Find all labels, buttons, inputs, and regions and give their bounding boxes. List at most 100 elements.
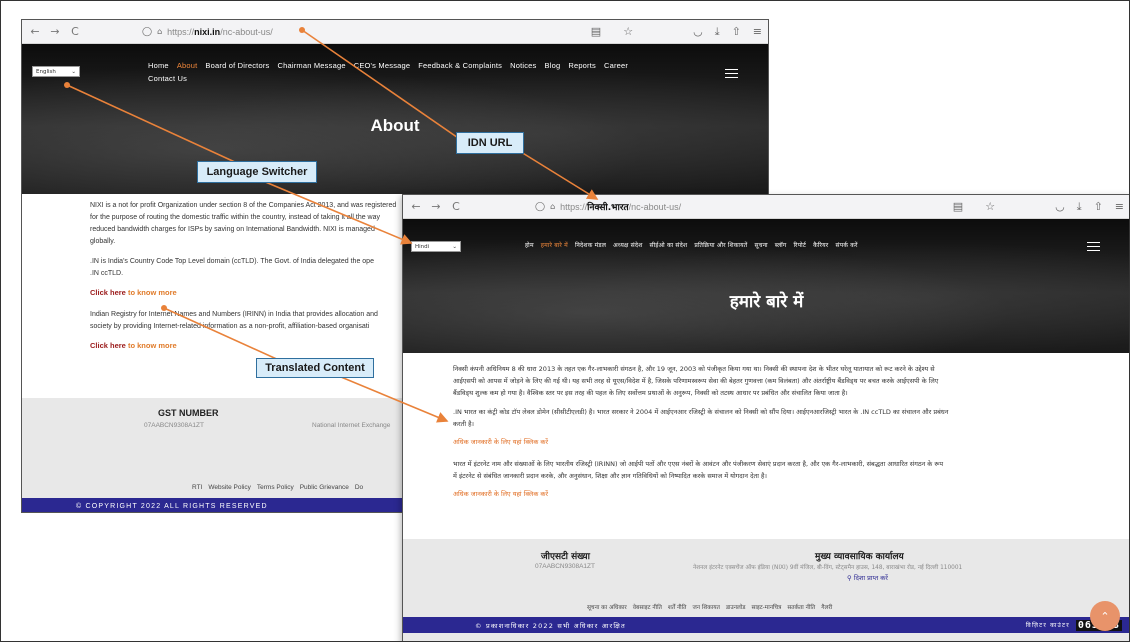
english-nav: Home About Board of Directors Chairman M… (148, 59, 668, 85)
url-text: https://nixi.in/nc-about-us/ (167, 26, 273, 37)
shield-icon: ◯ (535, 201, 546, 212)
nav-contact[interactable]: Contact Us (148, 72, 187, 85)
footer-link-sitemap[interactable]: साइट-मानचित्र (751, 603, 781, 611)
bookmark-star-icon[interactable]: ☆ (623, 25, 633, 39)
footer-link-grievance[interactable]: Public Grievance (300, 484, 349, 491)
scroll-to-top-button[interactable]: ⌃ (1090, 601, 1120, 631)
chevron-up-icon: ⌃ (1100, 609, 1110, 623)
extensions-icon[interactable]: ⇧ (1094, 200, 1103, 214)
nav-about[interactable]: हमारे बारे में (541, 241, 568, 249)
lock-icon: ⌂ (550, 202, 556, 211)
office-address: नेशनल इंटरनेट एक्सचेंज ऑफ इंडिया (NIXI) … (693, 565, 963, 571)
footer-link-terms[interactable]: शर्तें नीति (668, 603, 687, 611)
footer-link-download[interactable]: Do (355, 484, 363, 491)
intro-paragraph: निक्सी कंपनी अधिनियम 8 की धारा 2013 के त… (453, 365, 939, 397)
nav-about[interactable]: About (177, 59, 198, 72)
reload-icon[interactable]: C (449, 200, 463, 213)
chevron-down-icon: ⌄ (452, 243, 457, 250)
know-more-link-1[interactable]: अधिक जानकारी के लिए यहां क्लिक करें (453, 437, 1114, 446)
url-bar-hindi[interactable]: ◯ ⌂ https://निक्सी.भारत/nc-about-us/ (535, 200, 682, 214)
irinn-paragraph: भारत में इंटरनेट नाम और संख्याओं के लिए … (453, 460, 944, 480)
footer-link-rti[interactable]: सूचना का अधिकार (587, 603, 627, 611)
forward-icon[interactable]: → (429, 200, 443, 213)
know-more-link-2[interactable]: अधिक जानकारी के लिए यहां क्लिक करें (453, 489, 1114, 498)
chevron-down-icon: ⌄ (71, 68, 76, 75)
back-icon[interactable]: ← (409, 200, 423, 213)
hamburger-menu-icon[interactable] (725, 66, 738, 81)
download-icon[interactable]: ⤓ (1077, 200, 1082, 214)
pocket-icon[interactable]: ◡ (693, 25, 703, 39)
hindi-copyright-bar: © प्रकाशनाधिकार 2022 सभी अधिकार आरक्षित … (403, 617, 1129, 633)
reload-icon[interactable]: C (68, 25, 82, 38)
callout-translated-content: Translated Content (256, 358, 374, 378)
nav-home[interactable]: होम (525, 241, 534, 249)
footer-link-website-policy[interactable]: Website Policy (208, 484, 251, 491)
browser-tools: ▤ ☆ ◡ ⤓ ⇧ ≡ (591, 25, 762, 39)
hindi-footer-links: सूचना का अधिकार वेबसाइट नीति शर्तें नीति… (403, 603, 1129, 611)
nav-career[interactable]: कैरियर (813, 241, 828, 249)
nav-feedback[interactable]: प्रतिक्रिया और शिकायतें (694, 241, 747, 249)
screenshot-stage: ← → C ◯ ⌂ https://nixi.in/nc-about-us/ ▤… (0, 0, 1130, 642)
browser-toolbar: ← → C ◯ ⌂ https://nixi.in/nc-about-us/ ▤… (22, 20, 768, 44)
nav-ceo[interactable]: CEO's Message (354, 59, 411, 72)
nav-reports[interactable]: रिपोर्ट (793, 241, 806, 249)
idn-url-text: https://निक्सी.भारत/nc-about-us/ (560, 202, 682, 213)
language-select-hindi[interactable]: Hindi ⌄ (411, 241, 461, 252)
nav-blog[interactable]: ब्लॉग (775, 241, 787, 249)
nav-notices[interactable]: सूचना (754, 241, 767, 249)
hindi-browser-window: ← → C ◯ ⌂ https://निक्सी.भारत/nc-about-u… (402, 194, 1129, 641)
nav-career[interactable]: Career (604, 59, 628, 72)
directions-link[interactable]: ⚲ दिशा प्राप्त करें (847, 573, 888, 582)
callout-idn-url: IDN URL (456, 132, 524, 154)
url-bar[interactable]: ◯ ⌂ https://nixi.in/nc-about-us/ (142, 27, 273, 37)
footer-link-rti[interactable]: RTI (192, 484, 202, 491)
page-title: हमारे बारे में (729, 292, 804, 312)
nav-chairman[interactable]: Chairman Message (277, 59, 345, 72)
nav-home[interactable]: Home (148, 59, 169, 72)
nav-board[interactable]: निदेशक मंडल (575, 241, 606, 249)
gst-value: 07AABCN9308A1ZT (144, 422, 204, 429)
nav-notices[interactable]: Notices (510, 59, 536, 72)
download-icon[interactable]: ⤓ (715, 25, 720, 39)
footer-link-terms[interactable]: Terms Policy (257, 484, 294, 491)
footer-link-gallery[interactable]: गैलरी (821, 603, 832, 611)
back-icon[interactable]: ← (28, 25, 42, 38)
map-pin-icon: ⚲ (847, 574, 852, 582)
reader-icon[interactable]: ▤ (953, 200, 963, 214)
lock-icon: ⌂ (157, 27, 163, 36)
browser-toolbar-hindi: ← → C ◯ ⌂ https://निक्सी.भारत/nc-about-u… (403, 195, 1129, 219)
pocket-icon[interactable]: ◡ (1055, 200, 1065, 214)
nav-reports[interactable]: Reports (568, 59, 596, 72)
footer-link-vigilance[interactable]: सतर्कता नीति (787, 603, 815, 611)
extensions-icon[interactable]: ⇧ (732, 25, 741, 39)
nav-feedback[interactable]: Feedback & Complaints (418, 59, 502, 72)
gst-value: 07AABCN9308A1ZT (535, 563, 595, 570)
browser-tools-hindi: ▤ ☆ ◡ ⤓ ⇧ ≡ (953, 200, 1124, 214)
footer-link-website-policy[interactable]: वेबसाइट नीति (633, 603, 662, 611)
menu-icon[interactable]: ≡ (753, 25, 762, 39)
footer-link-grievance[interactable]: जन शिकायत (693, 603, 720, 611)
language-select-english[interactable]: English ⌄ (32, 66, 80, 77)
forward-icon[interactable]: → (48, 25, 62, 38)
nav-board[interactable]: Board of Directors (205, 59, 269, 72)
hindi-nav: होम हमारे बारे में निदेशक मंडल अध्यक्ष स… (525, 241, 985, 249)
hamburger-menu-icon[interactable] (1087, 239, 1100, 254)
gst-title: GST NUMBER (158, 408, 219, 418)
english-hero: English ⌄ Home About Board of Directors C… (22, 44, 768, 194)
hindi-content: निक्सी कंपनी अधिनियम 8 की धारा 2013 के त… (403, 363, 1129, 510)
nav-chairman[interactable]: अध्यक्ष संदेश (613, 241, 642, 249)
nav-blog[interactable]: Blog (545, 59, 561, 72)
hindi-hero: Hindi ⌄ होम हमारे बारे में निदेशक मंडल अध… (403, 219, 1129, 353)
page-title: About (370, 116, 420, 135)
shield-icon: ◯ (142, 26, 153, 37)
menu-icon[interactable]: ≡ (1115, 200, 1124, 214)
hindi-footer: जीएसटी संख्या 07AABCN9308A1ZT मुख्य व्या… (403, 539, 1129, 641)
office-title: मुख्य व्यावसायिक कार्यालय (815, 552, 904, 562)
footer-link-download[interactable]: डाउनलोड (726, 603, 746, 611)
gst-title: जीएसटी संख्या (541, 552, 590, 562)
nav-ceo[interactable]: सीईओ का संदेश (650, 241, 688, 249)
cctld-paragraph: .IN भारत का कंट्री कोड टॉप लेवल डोमेन (स… (453, 408, 949, 428)
bookmark-star-icon[interactable]: ☆ (985, 200, 995, 214)
nav-contact[interactable]: संपर्क करें (835, 241, 857, 249)
reader-icon[interactable]: ▤ (591, 25, 601, 39)
